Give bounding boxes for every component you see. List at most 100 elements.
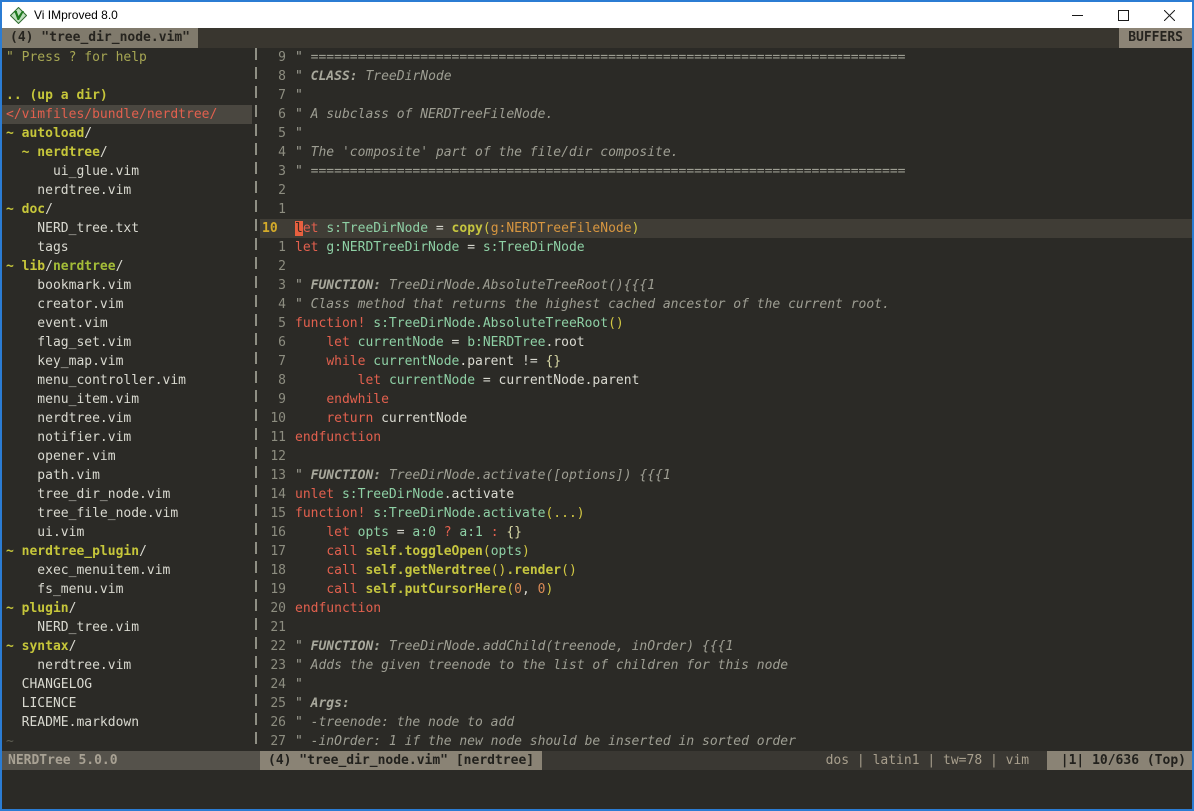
tree-file[interactable]: fs_menu.vim	[2, 580, 252, 599]
tree-dir-nerdtree[interactable]: ~ nerdtree/	[2, 143, 252, 162]
code-line[interactable]: 5function! s:TreeDirNode.AbsoluteTreeRoo…	[260, 314, 1192, 333]
code-line[interactable]: 25" Args:	[260, 694, 1192, 713]
tree-file[interactable]: nerdtree.vim	[2, 409, 252, 428]
code-line[interactable]: 15function! s:TreeDirNode.activate(...)	[260, 504, 1192, 523]
code-line[interactable]: 17 call self.toggleOpen(opts)	[260, 542, 1192, 561]
tree-root-path[interactable]: </vimfiles/bundle/nerdtree/	[2, 105, 252, 124]
tab-tree-dir-node[interactable]: (4) "tree_dir_node.vim"	[2, 28, 198, 48]
text-segment: TreeDirNode.activate([options]) {{{1	[381, 468, 671, 483]
code-line[interactable]: 3" =====================================…	[260, 162, 1192, 181]
text-segment: key_map.vim	[6, 354, 123, 369]
minimize-button[interactable]	[1054, 2, 1100, 28]
tree-file[interactable]: key_map.vim	[2, 352, 252, 371]
tree-blank-row	[2, 67, 252, 86]
code-line[interactable]: 2	[260, 181, 1192, 200]
code-line[interactable]: 8 let currentNode = currentNode.parent	[260, 371, 1192, 390]
maximize-button[interactable]	[1100, 2, 1146, 28]
code-line[interactable]: 8" CLASS: TreeDirNode	[260, 67, 1192, 86]
tree-file[interactable]: nerdtree.vim	[2, 181, 252, 200]
code-line[interactable]: 4" Class method that returns the highest…	[260, 295, 1192, 314]
tree-file[interactable]: bookmark.vim	[2, 276, 252, 295]
text-segment	[295, 392, 326, 407]
tree-file[interactable]: NERD_tree.txt	[2, 219, 252, 238]
code-line[interactable]: 10 return currentNode	[260, 409, 1192, 428]
tree-file[interactable]: LICENCE	[2, 694, 252, 713]
code-line[interactable]: 9" =====================================…	[260, 48, 1192, 67]
command-line[interactable]	[2, 770, 1192, 809]
text-segment	[295, 544, 326, 559]
nerdtree-statusline: NERDTree 5.0.0	[2, 751, 260, 770]
code-text: " The 'composite' part of the file/dir c…	[286, 143, 679, 162]
tree-file[interactable]: nerdtree.vim	[2, 656, 252, 675]
code-line[interactable]: 23" Adds the given treenode to the list …	[260, 656, 1192, 675]
tree-file[interactable]: creator.vim	[2, 295, 252, 314]
line-number: 24	[260, 675, 286, 694]
tree-file[interactable]: tree_dir_node.vim	[2, 485, 252, 504]
text-segment: TreeDirNode.AbsoluteTreeRoot(){{{1	[381, 278, 655, 293]
code-line[interactable]: 2	[260, 257, 1192, 276]
code-line[interactable]: 13" FUNCTION: TreeDirNode.activate([opti…	[260, 466, 1192, 485]
tree-file[interactable]: notifier.vim	[2, 428, 252, 447]
code-line[interactable]: 22" FUNCTION: TreeDirNode.addChild(treen…	[260, 637, 1192, 656]
editor-buffer[interactable]: 9" =====================================…	[260, 48, 1192, 751]
code-line[interactable]: 1let g:NERDTreeDirNode = s:TreeDirNode	[260, 238, 1192, 257]
code-line[interactable]: 11endfunction	[260, 428, 1192, 447]
code-line-current[interactable]: 10let s:TreeDirNode = copy(g:NERDTreeFil…	[260, 219, 1192, 238]
code-line[interactable]: 4" The 'composite' part of the file/dir …	[260, 143, 1192, 162]
tree-file[interactable]: NERD_tree.vim	[2, 618, 252, 637]
text-segment: self.putCursorHere	[365, 582, 506, 597]
code-line[interactable]: 14unlet s:TreeDirNode.activate	[260, 485, 1192, 504]
code-line[interactable]: 18 call self.getNerdtree().render()	[260, 561, 1192, 580]
tree-file[interactable]: ui.vim	[2, 523, 252, 542]
code-line[interactable]: 20endfunction	[260, 599, 1192, 618]
code-line[interactable]: 19 call self.putCursorHere(0, 0)	[260, 580, 1192, 599]
code-line[interactable]: 6" A subclass of NERDTreeFileNode.	[260, 105, 1192, 124]
close-button[interactable]	[1146, 2, 1192, 28]
tree-dir-lib-nerdtree[interactable]: ~ lib/nerdtree/	[2, 257, 252, 276]
tree-file[interactable]: flag_set.vim	[2, 333, 252, 352]
tree-file[interactable]: menu_controller.vim	[2, 371, 252, 390]
code-line[interactable]: 27" -inOrder: 1 if the new node should b…	[260, 732, 1192, 751]
code-line[interactable]: 3" FUNCTION: TreeDirNode.AbsoluteTreeRoo…	[260, 276, 1192, 295]
tree-file[interactable]: ui_glue.vim	[2, 162, 252, 181]
code-line[interactable]: 16 let opts = a:0 ? a:1 : {}	[260, 523, 1192, 542]
tree-file[interactable]: exec_menuitem.vim	[2, 561, 252, 580]
code-text: unlet s:TreeDirNode.activate	[286, 485, 514, 504]
tree-file[interactable]: menu_item.vim	[2, 390, 252, 409]
code-line[interactable]: 21	[260, 618, 1192, 637]
code-line[interactable]: 24"	[260, 675, 1192, 694]
tree-file[interactable]: tree_file_node.vim	[2, 504, 252, 523]
tree-empty-line-marker[interactable]: ~	[2, 732, 252, 751]
code-line[interactable]: 9 endwhile	[260, 390, 1192, 409]
text-segment: =	[428, 221, 451, 236]
tree-dir-autoload[interactable]: ~ autoload/	[2, 124, 252, 143]
window-separator[interactable]	[252, 48, 260, 751]
text-segment: " The 'composite' part of the file/dir c…	[295, 145, 679, 160]
tree-help-hint[interactable]: " Press ? for help	[2, 48, 252, 67]
tree-file[interactable]: README.markdown	[2, 713, 252, 732]
line-number: 20	[260, 599, 286, 618]
text-segment: ~ doc	[6, 202, 45, 217]
code-line[interactable]: 1	[260, 200, 1192, 219]
tree-up-dir[interactable]: .. (up a dir)	[2, 86, 252, 105]
code-text: " CLASS: TreeDirNode	[286, 67, 452, 86]
text-segment: opener.vim	[6, 449, 116, 464]
code-line[interactable]: 6 let currentNode = b:NERDTree.root	[260, 333, 1192, 352]
code-line[interactable]: 5"	[260, 124, 1192, 143]
tree-dir-syntax[interactable]: ~ syntax/	[2, 637, 252, 656]
code-line[interactable]: 12	[260, 447, 1192, 466]
tree-file[interactable]: event.vim	[2, 314, 252, 333]
code-text: " -inOrder: 1 if the new node should be …	[286, 732, 796, 751]
tree-file[interactable]: opener.vim	[2, 447, 252, 466]
tree-file[interactable]: path.vim	[2, 466, 252, 485]
tree-dir-doc[interactable]: ~ doc/	[2, 200, 252, 219]
line-number: 5	[260, 124, 286, 143]
text-segment: ,	[522, 582, 538, 597]
tree-file[interactable]: CHANGELOG	[2, 675, 252, 694]
tree-dir-plugin[interactable]: ~ plugin/	[2, 599, 252, 618]
tree-file[interactable]: tags	[2, 238, 252, 257]
code-line[interactable]: 7"	[260, 86, 1192, 105]
code-line[interactable]: 7 while currentNode.parent != {}	[260, 352, 1192, 371]
tree-dir-nerdtree-plugin[interactable]: ~ nerdtree_plugin/	[2, 542, 252, 561]
code-line[interactable]: 26" -treenode: the node to add	[260, 713, 1192, 732]
